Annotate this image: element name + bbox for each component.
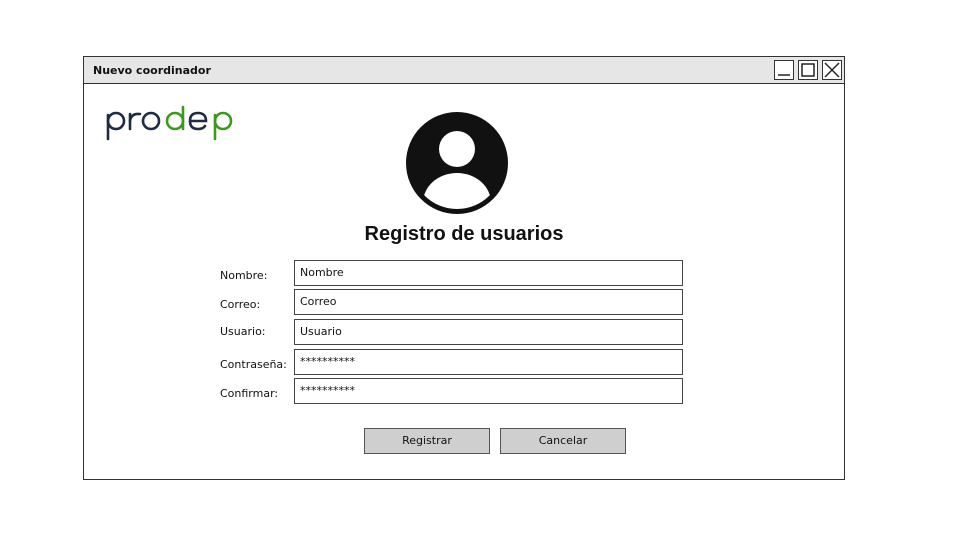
register-button[interactable]: Registrar [364,428,490,454]
username-label: Usuario: [220,325,266,338]
username-field[interactable]: Usuario [294,319,683,345]
title-bar[interactable]: Nuevo coordinador [84,57,844,84]
email-field[interactable]: Correo [294,289,683,315]
minimize-button[interactable] [774,60,794,80]
user-avatar-icon [406,112,508,214]
close-button[interactable] [822,60,842,80]
email-label: Correo: [220,298,261,311]
password-label: Contraseña: [220,358,287,371]
cancel-button[interactable]: Cancelar [500,428,626,454]
page-title: Registro de usuarios [364,223,564,245]
password-field[interactable]: ********** [294,349,683,375]
window-title: Nuevo coordinador [93,64,211,77]
close-icon [824,62,840,78]
confirm-label: Confirmar: [220,387,279,400]
confirm-password-field[interactable]: ********** [294,378,683,404]
new-coordinator-window: Nuevo coordinador Registro de usuarios N… [83,56,845,480]
prodep-logo [106,105,233,141]
maximize-button[interactable] [798,60,818,80]
minimize-icon [778,74,790,76]
maximize-icon [801,63,815,77]
name-field[interactable]: Nombre [294,260,683,286]
name-label: Nombre: [220,269,268,282]
